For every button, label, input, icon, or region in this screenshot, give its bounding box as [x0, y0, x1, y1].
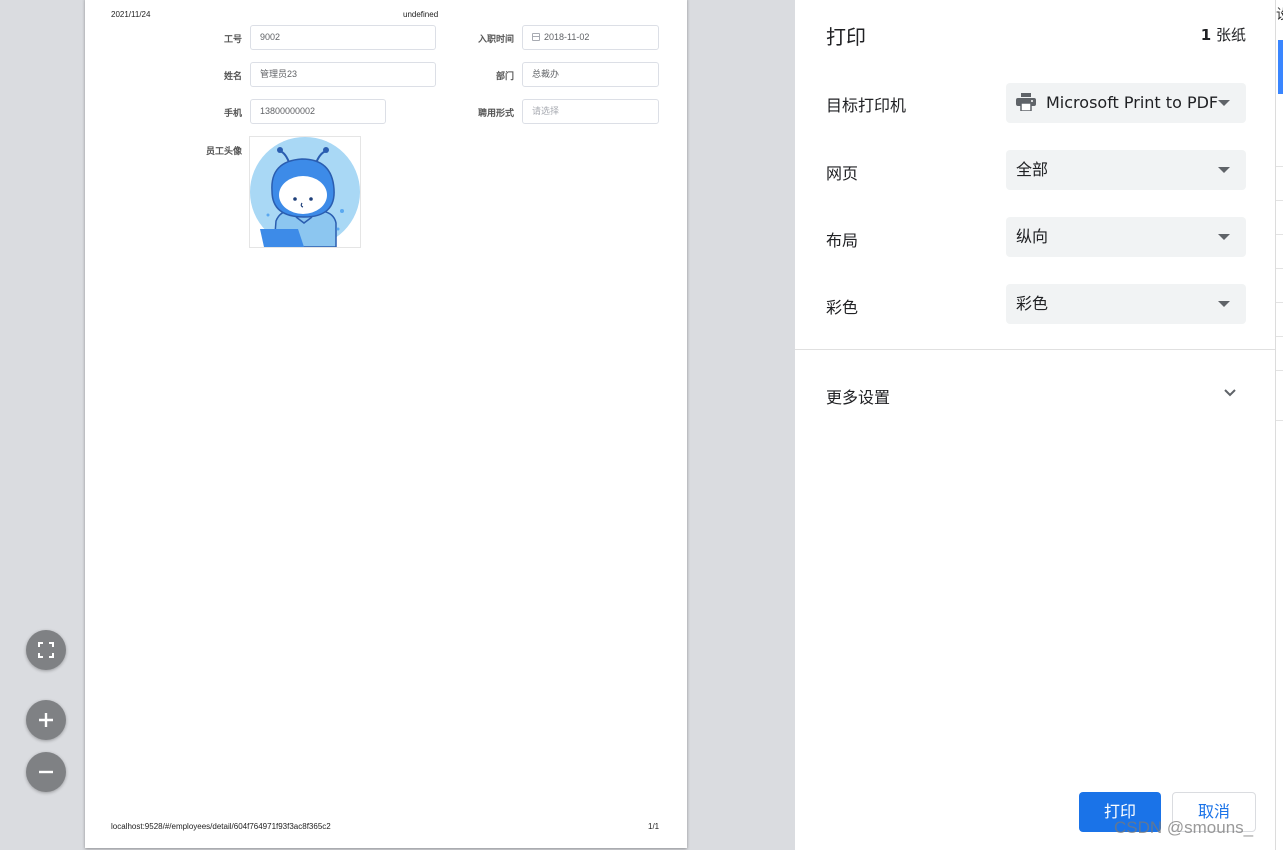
name-field: 管理员23	[250, 62, 436, 87]
department-field: 总裁办	[522, 62, 659, 87]
underlying-page-divider	[1276, 234, 1283, 235]
sheet-count-unit: 张纸	[1215, 26, 1246, 44]
hire-date-field: 2018-11-02	[522, 25, 659, 50]
underlying-page-edge: 设	[1275, 0, 1283, 850]
name-label: 姓名	[223, 71, 242, 81]
printer-icon	[1016, 93, 1036, 111]
mobile-label: 手机	[223, 108, 242, 118]
zoom-out-icon	[39, 770, 53, 774]
print-preview-area: 2021/11/24 undefined 工号 9002 入职时间 2018-1…	[0, 0, 795, 850]
underlying-page-divider	[1276, 420, 1283, 421]
print-settings-panel: 打印 1 张纸 目标打印机 Microsoft Print to PDF 网页 …	[795, 0, 1275, 850]
underlying-page-text: 设	[1276, 4, 1283, 24]
color-value: 彩色	[1016, 294, 1049, 313]
chevron-down-icon[interactable]	[1223, 386, 1237, 400]
watermark-text: CSDN @smouns_	[1114, 818, 1254, 837]
avatar-label: 员工头像	[205, 146, 242, 156]
zoom-in-icon	[39, 713, 53, 727]
pages-select[interactable]: 全部	[1006, 150, 1246, 190]
fit-to-page-button[interactable]	[26, 630, 66, 670]
work-no-label: 工号	[223, 34, 242, 44]
page-header-title: undefined	[403, 10, 439, 19]
more-settings-toggle[interactable]: 更多设置	[826, 384, 890, 408]
fit-to-page-icon	[38, 642, 54, 658]
sheet-count: 1 张纸	[1201, 24, 1246, 45]
color-select[interactable]: 彩色	[1006, 284, 1246, 324]
employ-form-field: 请选择	[522, 99, 659, 124]
preview-page: 2021/11/24 undefined 工号 9002 入职时间 2018-1…	[85, 0, 687, 848]
calendar-icon	[532, 33, 540, 41]
dropdown-arrow-icon	[1218, 301, 1230, 307]
page-footer-url: localhost:9528/#/employees/detail/604f76…	[111, 822, 331, 831]
underlying-page-button	[1278, 40, 1283, 94]
underlying-page-divider	[1276, 336, 1283, 337]
zoom-in-button[interactable]	[26, 700, 66, 740]
layout-select[interactable]: 纵向	[1006, 217, 1246, 257]
pages-value: 全部	[1016, 160, 1049, 179]
department-label: 部门	[495, 71, 514, 81]
color-label: 彩色	[826, 298, 859, 317]
dropdown-arrow-icon	[1218, 167, 1230, 173]
employ-form-label: 聘用形式	[477, 108, 514, 118]
dropdown-arrow-icon	[1218, 100, 1230, 106]
underlying-page-divider	[1276, 302, 1283, 303]
hire-date-value: 2018-11-02	[544, 32, 590, 42]
layout-value: 纵向	[1016, 227, 1049, 246]
employee-avatar	[249, 136, 361, 248]
page-header-date: 2021/11/24	[111, 10, 151, 19]
underlying-page-divider	[1276, 370, 1283, 371]
page-footer-page-number: 1/1	[648, 822, 660, 831]
pages-label: 网页	[826, 164, 859, 183]
work-no-field: 9002	[250, 25, 436, 50]
destination-select[interactable]: Microsoft Print to PDF	[1006, 83, 1246, 123]
zoom-out-button[interactable]	[26, 752, 66, 792]
mobile-field: 13800000002	[250, 99, 386, 124]
panel-title: 打印	[826, 25, 866, 49]
avatar-image	[250, 137, 360, 248]
underlying-page-divider	[1276, 166, 1283, 167]
sheet-count-number: 1	[1200, 26, 1212, 44]
dropdown-arrow-icon	[1218, 234, 1230, 240]
underlying-page-divider	[1276, 200, 1283, 201]
panel-divider	[795, 349, 1275, 350]
destination-value: Microsoft Print to PDF	[1046, 93, 1219, 112]
layout-label: 布局	[826, 231, 859, 250]
underlying-page-divider	[1276, 268, 1283, 269]
hire-date-label: 入职时间	[477, 34, 514, 44]
destination-label: 目标打印机	[826, 96, 907, 115]
